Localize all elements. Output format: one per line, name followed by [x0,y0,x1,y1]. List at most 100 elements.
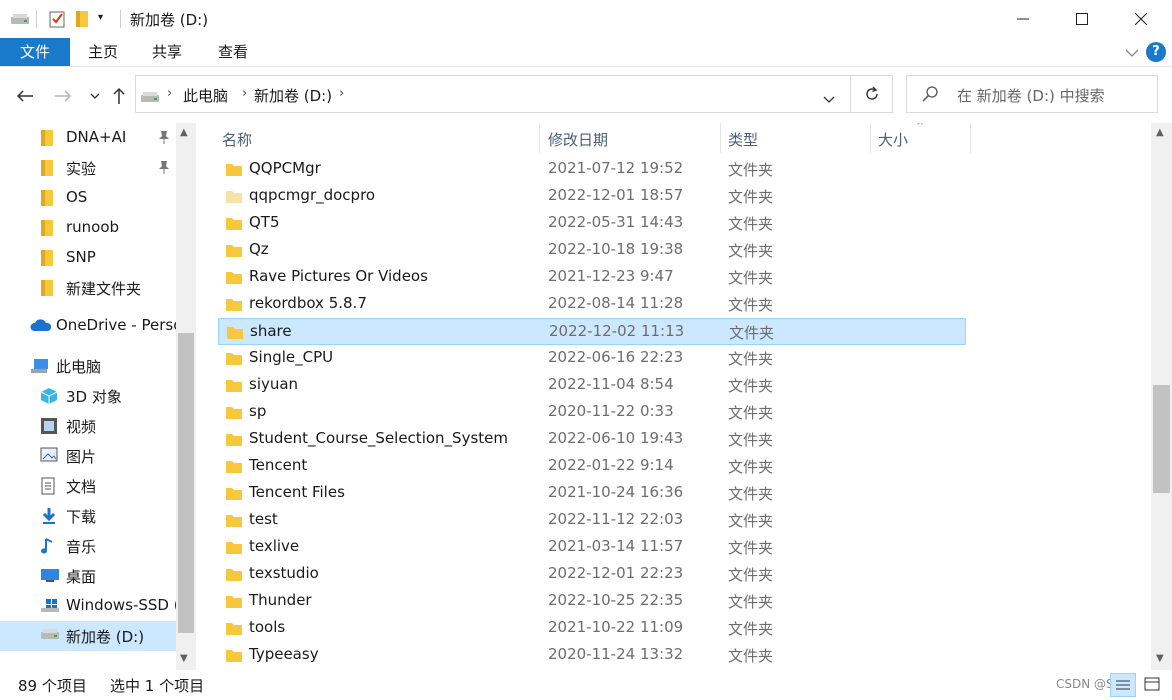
file-date: 2022-12-01 22:23 [548,564,684,582]
file-row[interactable]: siyuan 2022-11-04 8:54 文件夹 [218,372,966,399]
tab-view[interactable]: 查看 [206,38,260,66]
file-name: Student_Course_Selection_System [249,429,508,447]
customize-toolbar-icon[interactable]: ▾ [98,12,103,23]
file-row[interactable]: QQPCMgr 2021-07-12 19:52 文件夹 [218,156,966,183]
file-date: 2020-11-24 13:32 [548,645,684,663]
sidebar-item[interactable]: OneDrive - Perso [0,311,176,341]
file-row[interactable]: Thunder 2022-10-25 22:35 文件夹 [218,588,966,615]
help-icon[interactable]: ? [1146,42,1166,62]
details-view-button[interactable] [1110,673,1136,697]
file-row[interactable]: texstudio 2022-12-01 22:23 文件夹 [218,561,966,588]
file-date: 2021-03-14 11:57 [548,537,684,555]
sidebar-item[interactable]: 文档 [0,471,176,501]
breadcrumb-drive-d[interactable]: 新加卷 (D:) [254,85,332,106]
breadcrumb-chevron-icon[interactable]: › [167,86,172,101]
file-row[interactable]: Student_Course_Selection_System 2022-06-1… [218,426,966,453]
sidebar-item[interactable]: 下载 [0,501,176,531]
sidebar-item-label: 新加卷 (D:) [66,628,145,646]
breadcrumb-chevron-icon[interactable]: › [242,86,247,101]
file-row[interactable]: share 2022-12-02 11:13 文件夹 [218,318,966,345]
scroll-up-icon[interactable]: ▲ [180,127,188,138]
file-row[interactable]: QT5 2022-05-31 14:43 文件夹 [218,210,966,237]
scroll-up-icon[interactable]: ▲ [1156,127,1164,138]
column-type[interactable]: 类型 [728,129,758,150]
close-icon [1135,13,1147,25]
close-button[interactable] [1112,0,1170,38]
navigation-pane: DNA+AI 实验 OS runoob SNP 新建文件夹 OneDrive - Perso… [0,123,196,670]
tab-file[interactable]: 文件 [0,38,70,66]
search-box[interactable]: 在 新加卷 (D:) 中搜索 [906,75,1158,113]
properties-icon[interactable] [48,10,66,32]
file-row[interactable]: rekordbox 5.8.7 2022-08-14 11:28 文件夹 [218,291,966,318]
refresh-button[interactable] [851,75,893,113]
up-button[interactable] [108,85,130,107]
file-row[interactable]: Typeeasy 2020-11-24 13:32 文件夹 [218,642,966,669]
sidebar-scroll-thumb[interactable] [178,333,194,633]
sidebar-item[interactable]: SNP [0,243,176,273]
address-bar[interactable]: › 此电脑 › 新加卷 (D:) › [135,75,851,113]
sidebar-item[interactable]: 桌面 [0,561,176,591]
scroll-down-icon[interactable]: ▼ [1156,653,1164,664]
breadcrumb-this-pc[interactable]: 此电脑 [183,85,228,106]
new-folder-icon[interactable] [75,10,89,32]
file-row[interactable]: tools 2021-10-22 11:09 文件夹 [218,615,966,642]
file-date: 2022-12-02 11:13 [549,322,685,340]
sidebar-item[interactable]: DNA+AI [0,123,176,153]
column-date[interactable]: 修改日期 [548,129,608,150]
folder-icon [225,350,243,370]
maximize-button[interactable] [1053,0,1111,38]
sidebar-item[interactable]: OS [0,183,176,213]
tab-share[interactable]: 共享 [140,38,194,66]
file-row[interactable]: test 2022-11-12 22:03 文件夹 [218,507,966,534]
file-name: siyuan [249,375,299,393]
address-history-icon[interactable] [823,90,835,108]
sidebar-item[interactable]: 视频 [0,411,176,441]
scroll-down-icon[interactable]: ▼ [180,653,188,664]
large-icons-view-button[interactable] [1140,673,1166,697]
file-date: 2022-12-01 18:57 [548,186,684,204]
file-row[interactable]: qqpcmgr_docpro 2022-12-01 18:57 文件夹 [218,183,966,210]
search-icon [921,85,939,107]
file-row[interactable]: texlive 2021-03-14 11:57 文件夹 [218,534,966,561]
file-date: 2021-12-23 9:47 [548,267,674,285]
sidebar-item[interactable]: 3D 对象 [0,381,176,411]
sidebar-item[interactable]: runoob [0,213,176,243]
sidebar-item[interactable]: Windows-SSD ( [0,591,176,621]
column-name[interactable]: 名称 [222,129,252,150]
file-type: 文件夹 [728,431,774,449]
file-type: 文件夹 [728,350,774,368]
folder-icon [225,512,243,532]
sidebar-item[interactable]: 实验 [0,153,176,183]
file-type: 文件夹 [728,296,774,314]
status-bar: 89 个项目 选中 1 个项目 CSDN @Sh [0,670,1172,700]
file-type: 文件夹 [728,242,774,260]
file-row[interactable]: Tencent Files 2021-10-24 16:36 文件夹 [218,480,966,507]
minimize-button[interactable] [994,0,1052,38]
file-row[interactable]: Qz 2022-10-18 19:38 文件夹 [218,237,966,264]
file-row[interactable]: sp 2020-11-22 0:33 文件夹 [218,399,966,426]
sidebar-item[interactable]: 此电脑 [0,351,176,381]
breadcrumb-chevron-icon[interactable]: › [339,86,344,101]
file-name: Tencent Files [249,483,345,501]
file-row[interactable]: Single_CPU 2022-06-16 22:23 文件夹 [218,345,966,372]
folder-icon [225,647,243,667]
file-name: QT5 [249,213,280,231]
file-row[interactable]: Tencent 2022-01-22 9:14 文件夹 [218,453,966,480]
sidebar-item[interactable]: 图片 [0,441,176,471]
recent-locations-button[interactable] [84,85,106,107]
folder-icon [225,566,243,586]
sidebar-item[interactable]: 新加卷 (D:) [0,621,176,651]
file-row[interactable]: Rave Pictures Or Videos 2021-12-23 9:47 文件… [218,264,966,291]
expand-ribbon-icon[interactable] [1124,42,1140,66]
forward-button[interactable] [52,85,74,107]
tab-home[interactable]: 主页 [76,38,130,66]
sidebar-item-label: 图片 [66,448,97,466]
back-button[interactable] [14,85,36,107]
sidebar-scrollbar[interactable]: ▲ ▼ [176,123,196,670]
file-list-scrollbar[interactable]: ▲ ▼ [1151,123,1172,670]
folder-icon [225,215,243,235]
sidebar-item[interactable]: 新建文件夹 [0,273,176,303]
column-size[interactable]: 大小 [878,129,908,150]
file-list-scroll-thumb[interactable] [1153,385,1170,493]
sidebar-item[interactable]: 音乐 [0,531,176,561]
